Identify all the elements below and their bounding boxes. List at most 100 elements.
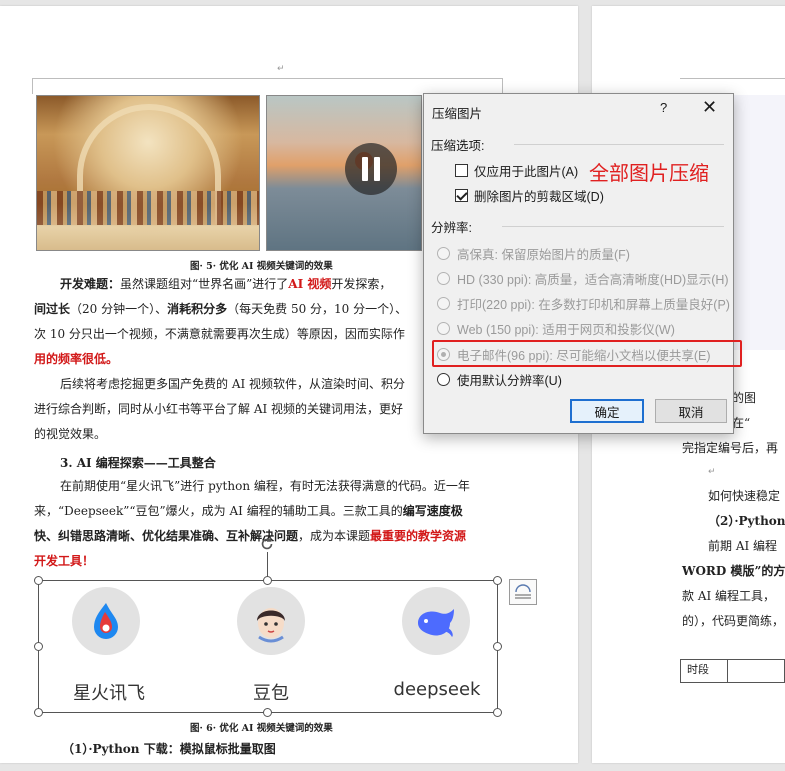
resize-handle-top-left[interactable] bbox=[34, 576, 43, 585]
radio-label: Web (150 ppi): 适用于网页和投影仪(W) bbox=[457, 323, 675, 337]
layout-options-glyph bbox=[515, 584, 531, 599]
para2-line2: 进行综合判断，同时从小红书等平台了解 AI 视频的关键词用法，更好 bbox=[34, 402, 404, 416]
text-run: ，成为本课题 bbox=[298, 529, 371, 543]
video-pause-button[interactable] bbox=[345, 143, 397, 195]
right-page-line: 如何快速稳定 bbox=[708, 489, 781, 503]
margin-guide bbox=[502, 78, 503, 94]
resize-handle-bottom[interactable] bbox=[263, 708, 272, 717]
radio-circle[interactable] bbox=[437, 322, 450, 335]
para3-line4: 开发工具！ bbox=[34, 554, 95, 568]
right-page-line: 的），代码更简练， bbox=[682, 614, 785, 628]
text-run: （20 分钟一个）、 bbox=[70, 302, 168, 316]
resize-handle-top-right[interactable] bbox=[493, 576, 502, 585]
crowd-shape bbox=[37, 191, 259, 225]
xunfei-spark-icon bbox=[94, 603, 118, 639]
text-run: （每天免费 50 分，10 分一个）、 bbox=[227, 302, 408, 316]
compress-pictures-dialog[interactable]: 压缩图片 ? ✕ 压缩选项: 仅应用于此图片(A) 删除图片的剪裁区域(D) 分… bbox=[423, 93, 734, 434]
group-divider bbox=[502, 226, 724, 227]
deepseek-avatar bbox=[402, 587, 470, 655]
resolution-label: 分辨率: bbox=[431, 221, 472, 235]
resize-handle-bottom-right[interactable] bbox=[493, 708, 502, 717]
radio-default-resolution[interactable]: 使用默认分辨率(U) bbox=[437, 370, 562, 389]
radio-circle[interactable] bbox=[437, 373, 450, 386]
tool-label: 星火讯飞 bbox=[73, 683, 145, 704]
radio-label: 打印(220 ppi): 在多数打印机和屏幕上质量良好(P) bbox=[457, 298, 730, 312]
deepseek-whale-icon bbox=[418, 609, 454, 637]
tool-label: 豆包 bbox=[253, 683, 289, 704]
resize-handle-bottom-left[interactable] bbox=[34, 708, 43, 717]
text-run: 开发探索， bbox=[331, 277, 392, 291]
layout-options-icon[interactable] bbox=[509, 579, 537, 605]
para3-line1: 在前期使用“星火讯飞”进行 python 编程，有时无法获得满意的代码。近一年 bbox=[60, 479, 470, 493]
para1-line1: 开发难题：虽然课题组对“世界名画”进行了AI 视频开发探索， bbox=[60, 272, 391, 297]
para3-line2: 来，“Deepseek”“豆包”爆火，成为 AI 编程的辅助工具。三款工具的编写… bbox=[34, 499, 463, 524]
margin-guide bbox=[32, 78, 33, 94]
ok-button[interactable]: 确定 bbox=[570, 399, 644, 423]
para2-line3: 的视觉效果。 bbox=[34, 427, 107, 441]
pause-bar bbox=[362, 157, 368, 181]
checkbox-box[interactable] bbox=[455, 189, 468, 202]
resize-handle-top[interactable] bbox=[263, 576, 272, 585]
right-page-line: WORD 模版”的方式 bbox=[682, 564, 785, 578]
section-heading-3: 3. AI 编程探索——工具整合 bbox=[60, 456, 216, 470]
dialog-title: 压缩图片 bbox=[432, 107, 483, 121]
figure5-caption: 图· 5· 优化 AI 视频关键词的效果 bbox=[190, 261, 333, 272]
right-page-table[interactable]: 时段 bbox=[680, 659, 785, 683]
doubao-avatar bbox=[237, 587, 305, 655]
checkbox-box[interactable] bbox=[455, 164, 468, 177]
radio-circle[interactable] bbox=[437, 247, 450, 260]
text-run: AI 视频 bbox=[288, 277, 332, 291]
xunfei-spark-avatar bbox=[72, 587, 140, 655]
text-run: 间过长 bbox=[34, 302, 71, 316]
text-run: 编写速度极 bbox=[402, 504, 463, 518]
text-run: 消耗积分多 bbox=[167, 302, 228, 316]
school-of-athens-image[interactable] bbox=[36, 95, 260, 251]
text-run: 虽然课题组对“世界名画”进行了 bbox=[120, 277, 289, 291]
delete-cropped-areas-checkbox[interactable]: 删除图片的剪裁区域(D) bbox=[455, 186, 604, 205]
text-run: 来，“Deepseek”“豆包”爆火，成为 AI 编程的辅助工具。三款工具的 bbox=[34, 504, 403, 518]
cancel-button[interactable]: 取消 bbox=[655, 399, 727, 423]
only-this-picture-checkbox[interactable]: 仅应用于此图片(A) bbox=[455, 161, 578, 180]
paragraph-mark: ↵ bbox=[277, 64, 285, 74]
checkbox-label: 删除图片的剪裁区域(D) bbox=[474, 190, 604, 204]
text-run: 开发难题： bbox=[60, 277, 121, 291]
impression-sunrise-image[interactable] bbox=[266, 95, 422, 251]
header-guide-line bbox=[32, 78, 502, 79]
annotation-text: 全部图片压缩 bbox=[589, 161, 709, 185]
radio-circle[interactable] bbox=[437, 297, 450, 310]
group-divider bbox=[514, 144, 724, 145]
header-guide-line bbox=[680, 78, 785, 79]
right-page-line: 前期 AI 编程 bbox=[708, 539, 778, 553]
table-divider bbox=[727, 660, 728, 682]
help-button[interactable]: ? bbox=[660, 100, 667, 115]
text-run: 最重要的教学资源 bbox=[370, 529, 467, 543]
para3-line3: 快、纠错思路清晰、优化结果准确、互补解决问题，成为本课题最重要的教学资源 bbox=[34, 524, 466, 549]
para2-line1: 后续将考虑挖掘更多国产免费的 AI 视频软件，从渲染时间、积分 bbox=[60, 377, 406, 391]
radio-hd-330[interactable]: HD (330 ppi): 高质量，适合高清晰度(HD)显示(H) bbox=[437, 269, 729, 288]
radio-print-220[interactable]: 打印(220 ppi): 在多数打印机和屏幕上质量良好(P) bbox=[437, 294, 730, 313]
radio-label: HD (330 ppi): 高质量，适合高清晰度(HD)显示(H) bbox=[457, 273, 729, 287]
radio-circle[interactable] bbox=[437, 272, 450, 285]
para1-line4: 用的频率很低。 bbox=[34, 352, 119, 366]
doubao-icon bbox=[257, 608, 285, 643]
paragraph-mark: ↵ bbox=[708, 467, 716, 477]
radio-web-150[interactable]: Web (150 ppi): 适用于网页和投影仪(W) bbox=[437, 319, 675, 338]
figure6-caption: 图· 6· 优化 AI 视频关键词的效果 bbox=[190, 723, 333, 734]
subheading-python: （1）·Python 下载：模拟鼠标批量取图 bbox=[62, 742, 276, 756]
rotate-handle-icon[interactable] bbox=[259, 536, 275, 552]
para1-line3: 次 10 分只出一个视频，不满意就需要再次生成）等原因，因而实际作 bbox=[34, 327, 405, 341]
right-page-line: 完指定编号后，再 bbox=[682, 441, 779, 455]
tool-label: deepseek bbox=[393, 679, 481, 700]
resize-handle-right[interactable] bbox=[493, 642, 502, 651]
email-option-highlight bbox=[432, 340, 742, 367]
para1-line2: 间过长（20 分钟一个）、消耗积分多（每天免费 50 分，10 分一个）、 bbox=[34, 297, 407, 322]
right-page-line: 款 AI 编程工具， bbox=[682, 589, 776, 603]
right-page-line: （2）·Python bbox=[708, 514, 785, 528]
compress-options-label: 压缩选项: bbox=[431, 139, 485, 153]
radio-high-fidelity[interactable]: 高保真: 保留原始图片的质量(F) bbox=[437, 244, 630, 263]
pause-bar bbox=[374, 157, 380, 181]
close-icon[interactable]: ✕ bbox=[702, 97, 717, 118]
checkbox-label: 仅应用于此图片(A) bbox=[474, 165, 579, 179]
resize-handle-left[interactable] bbox=[34, 642, 43, 651]
radio-label: 使用默认分辨率(U) bbox=[457, 374, 562, 388]
